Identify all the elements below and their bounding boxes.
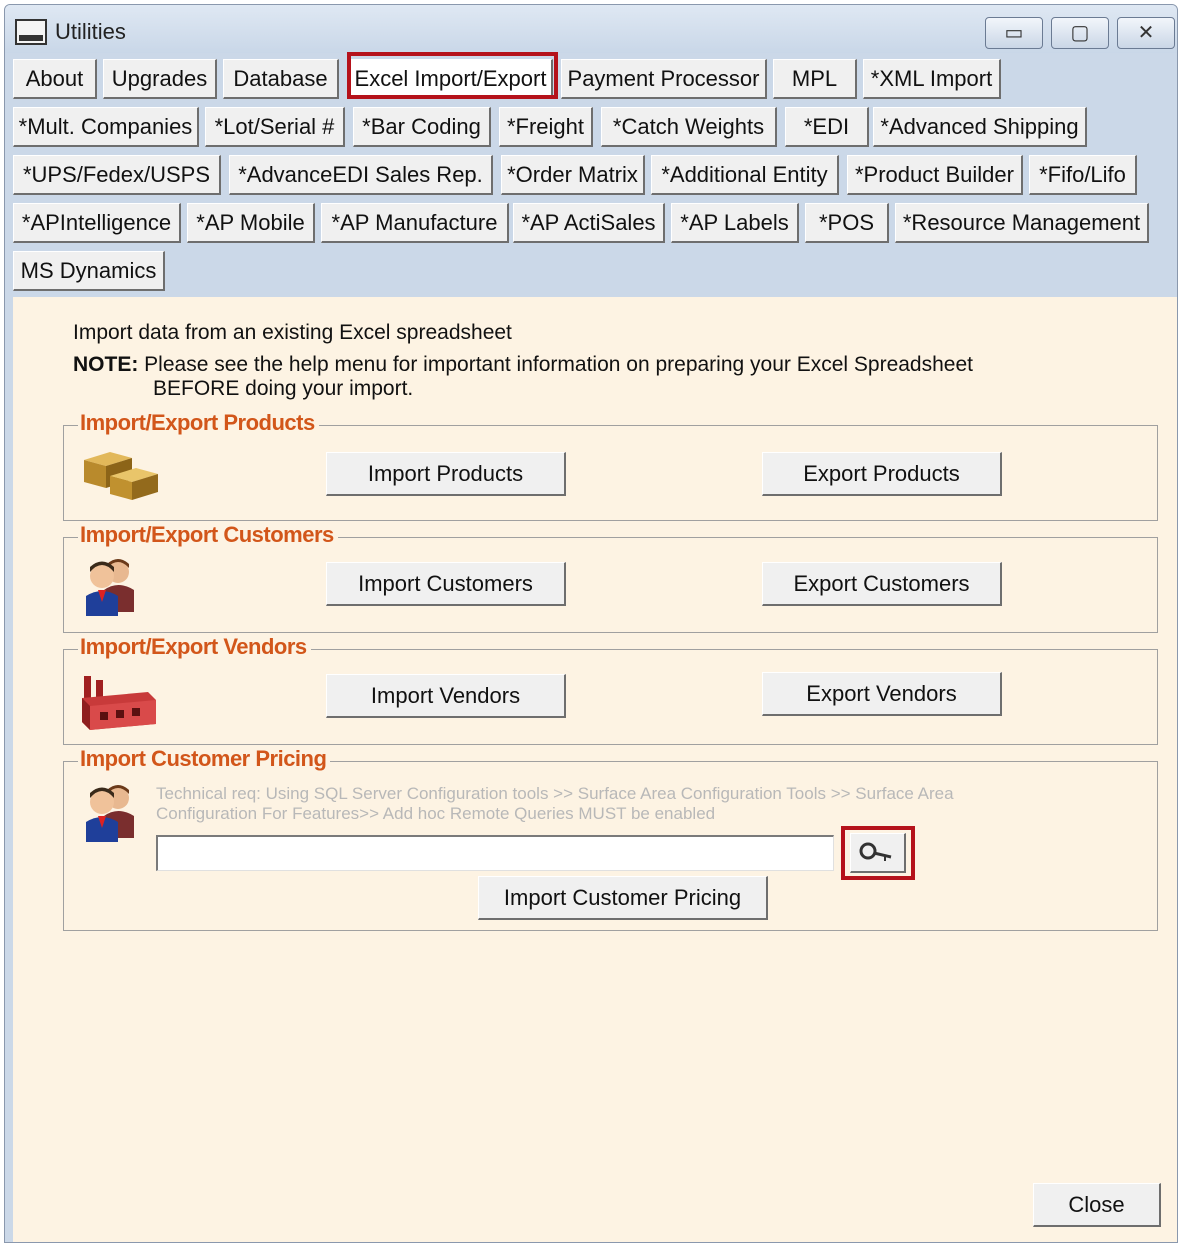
products-group: Import/Export Products Import Products E… — [63, 410, 1158, 521]
magnifier-icon — [859, 842, 892, 861]
tab-resource-management[interactable]: *Resource Management — [895, 203, 1149, 243]
tab-pos[interactable]: *POS — [805, 203, 889, 243]
tab-fifo-lifo[interactable]: *Fifo/Lifo — [1029, 155, 1137, 195]
import-products-button[interactable]: Import Products — [326, 452, 566, 496]
close-button[interactable]: Close — [1033, 1183, 1161, 1227]
export-customers-button[interactable]: Export Customers — [762, 562, 1002, 606]
tab-ms-dynamics[interactable]: MS Dynamics — [13, 251, 165, 291]
pricing-group: Import Customer Pricing Technical req: U… — [63, 746, 1158, 931]
pricing-file-path-input[interactable] — [156, 835, 834, 871]
tab-apintelligence[interactable]: *APIntelligence — [13, 203, 181, 243]
pricing-group-title: Import Customer Pricing — [78, 746, 331, 772]
excel-import-panel: Import data from an existing Excel sprea… — [13, 297, 1177, 1242]
tab-xml-import[interactable]: *XML Import — [863, 59, 1001, 99]
vendors-group: Import/Export Vendors Import Vendors Exp… — [63, 634, 1158, 745]
tab-strip: About Upgrades Database Excel Import/Exp… — [5, 53, 1177, 303]
import-vendors-button[interactable]: Import Vendors — [326, 674, 566, 718]
export-vendors-button[interactable]: Export Vendors — [762, 672, 1002, 716]
tab-mult-companies[interactable]: *Mult. Companies — [13, 107, 199, 147]
products-group-title: Import/Export Products — [78, 410, 319, 436]
tab-ap-mobile[interactable]: *AP Mobile — [187, 203, 315, 243]
tab-catch-weights[interactable]: *Catch Weights — [601, 107, 777, 147]
tab-ap-labels[interactable]: *AP Labels — [671, 203, 799, 243]
tab-about[interactable]: About — [13, 59, 97, 99]
tab-advanceedi-sales-rep[interactable]: *AdvanceEDI Sales Rep. — [229, 155, 493, 195]
tab-ap-manufacture[interactable]: *AP Manufacture — [321, 203, 509, 243]
close-window-button[interactable]: ✕ — [1117, 17, 1175, 49]
intro-text: Import data from an existing Excel sprea… — [73, 321, 512, 344]
people-icon — [86, 559, 134, 616]
minimize-button[interactable]: ▭ — [985, 17, 1043, 49]
tab-mpl[interactable]: MPL — [773, 59, 857, 99]
utilities-window: Utilities ▭ ▢ ✕ About Upgrades Database … — [4, 4, 1178, 1243]
tab-ups-fedex-usps[interactable]: *UPS/Fedex/USPS — [13, 155, 221, 195]
note-text: Please see the help menu for important i… — [144, 353, 973, 376]
note: NOTE: Please see the help menu for impor… — [73, 353, 973, 377]
app-icon — [15, 19, 47, 45]
customers-group: Import/Export Customers Import Customers… — [63, 522, 1158, 633]
vendors-group-title: Import/Export Vendors — [78, 634, 311, 660]
tab-additional-entity[interactable]: *Additional Entity — [651, 155, 839, 195]
maximize-button[interactable]: ▢ — [1051, 17, 1109, 49]
note-label: NOTE: — [73, 353, 139, 376]
tab-bar-coding[interactable]: *Bar Coding — [353, 107, 491, 147]
tab-advanced-shipping[interactable]: *Advanced Shipping — [873, 107, 1087, 147]
tab-database[interactable]: Database — [223, 59, 339, 99]
tech-line-2: Configuration For Features>> Add hoc Rem… — [156, 804, 716, 823]
import-customer-pricing-button[interactable]: Import Customer Pricing — [478, 876, 768, 920]
title-bar: Utilities ▭ ▢ ✕ — [5, 5, 1177, 53]
browse-file-button[interactable] — [850, 833, 906, 873]
customers-group-title: Import/Export Customers — [78, 522, 338, 548]
tab-product-builder[interactable]: *Product Builder — [847, 155, 1023, 195]
tab-edi[interactable]: *EDI — [785, 107, 869, 147]
tech-line-1: Technical req: Using SQL Server Configur… — [156, 784, 954, 803]
tab-ap-actisales[interactable]: *AP ActiSales — [513, 203, 665, 243]
note-text-2: BEFORE doing your import. — [153, 377, 414, 400]
people-icon — [86, 785, 134, 842]
tab-payment-processor[interactable]: Payment Processor — [561, 59, 767, 99]
export-products-button[interactable]: Export Products — [762, 452, 1002, 496]
window-title: Utilities — [55, 19, 126, 44]
import-customers-button[interactable]: Import Customers — [326, 562, 566, 606]
tab-freight[interactable]: *Freight — [499, 107, 593, 147]
tab-upgrades[interactable]: Upgrades — [103, 59, 217, 99]
factory-icon — [82, 676, 156, 730]
tab-lot-serial[interactable]: *Lot/Serial # — [205, 107, 345, 147]
tab-excel-import-export[interactable]: Excel Import/Export — [349, 59, 553, 99]
technical-requirement-text: Technical req: Using SQL Server Configur… — [156, 784, 1056, 824]
tab-order-matrix[interactable]: *Order Matrix — [501, 155, 645, 195]
boxes-icon — [84, 452, 158, 500]
